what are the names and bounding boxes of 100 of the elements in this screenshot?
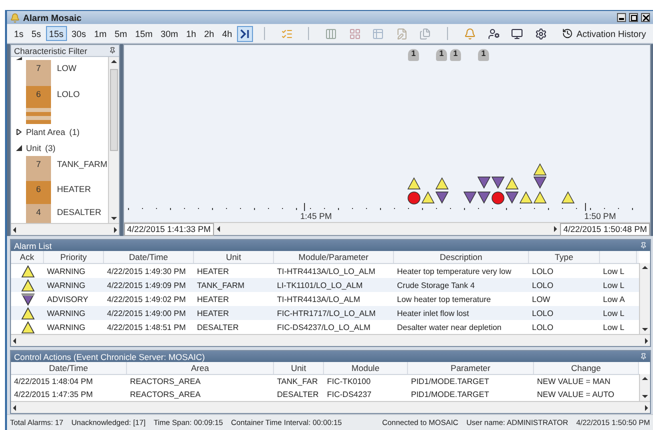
expander-icon [16, 145, 22, 151]
horizontal-scrollbar[interactable] [11, 334, 650, 346]
table-cell-text: TANK_FAR [276, 377, 319, 386]
time-span-button[interactable]: 4h [219, 26, 236, 41]
filter-label: LOW [56, 62, 76, 73]
activation-history-button[interactable]: Activation History [559, 28, 649, 39]
count-bar[interactable]: 6 [26, 86, 51, 108]
table-cell-text: 4/22/2015 1:48:51 PM [106, 322, 187, 332]
minimize-icon [619, 15, 624, 20]
vertical-scrollbar[interactable] [108, 57, 119, 223]
minimize-button[interactable] [617, 13, 626, 22]
table-cell-text: Crude Storage Tank 4 [396, 280, 476, 290]
time-span-button[interactable]: 2h [201, 26, 218, 41]
filter-label: LOLO [56, 88, 80, 99]
count-bar[interactable]: 7 [26, 60, 51, 86]
column-header[interactable]: Unit [194, 251, 274, 263]
table-cell-text: FIC-HTR1717/LO_LO_ALM [276, 308, 377, 318]
time-span-button[interactable]: 1m [91, 26, 110, 41]
column-header[interactable]: Date/Time [104, 251, 194, 263]
event-count-badge[interactable]: 1 [478, 49, 489, 61]
table-cell-text: Low A [602, 294, 626, 304]
column-header[interactable]: Area [127, 362, 274, 374]
bell-icon [10, 12, 20, 22]
maximize-button[interactable] [629, 13, 638, 22]
vertical-scrollbar[interactable] [639, 374, 650, 401]
pin-icon[interactable] [109, 47, 116, 54]
time-span-button[interactable]: 15s [46, 26, 67, 41]
column-header[interactable]: Change [534, 362, 639, 374]
count-bar[interactable]: 6 [26, 181, 51, 204]
column-header[interactable]: Parameter [408, 362, 534, 374]
time-span-button[interactable]: 1h [183, 26, 200, 41]
count-bar[interactable]: 7 [26, 156, 51, 181]
panel-title: Control Actions (Event Chronicle Server: MOSAIC) [14, 352, 205, 362]
panel-title: Characteristic Filter [14, 46, 88, 56]
time-span-button[interactable]: 15m [132, 26, 156, 41]
table-cell-text: 4/22/2015 1:49:00 PM [106, 308, 187, 318]
column-header[interactable]: Ack [11, 251, 44, 263]
table-cell-text: LOLO [531, 280, 554, 290]
time-span-button[interactable]: 30m [158, 26, 182, 41]
alarm-row[interactable]: WARNING 4/22/2015 1:49:09 PM TANK_FARM LI-TK1101/LO_LO_ALM Crude Storage Tank 4 LOLO Low L [11, 278, 639, 292]
filter-label: DESALTER [56, 206, 102, 217]
maximize-icon [630, 14, 636, 20]
vertical-scrollbar[interactable] [639, 263, 650, 334]
time-span-button[interactable]: 5s [28, 26, 44, 41]
column-header[interactable]: Date/Time [11, 362, 127, 374]
table-cell-text: 4/22/2015 1:49:09 PM [106, 280, 187, 290]
table-cell-text: Low L [602, 266, 626, 276]
table-cell-text: FIC-DS4237 [326, 390, 372, 399]
time-axis-label: 1:45 PM [300, 211, 332, 221]
filter-label: TANK_FARM [56, 158, 108, 169]
horizontal-scrollbar[interactable] [11, 401, 650, 413]
table-cell-text: LOLO [531, 308, 554, 318]
tree-group[interactable]: Unit (3) [16, 140, 108, 156]
table-cell-text: 4/22/2015 1:49:30 PM [106, 266, 187, 276]
time-span-button[interactable]: 5m [112, 26, 130, 41]
table-cell-text: 4/22/2015 1:49:02 PM [106, 294, 187, 304]
filter-label: HEATER [56, 183, 91, 194]
column-header[interactable]: Priority [44, 251, 104, 263]
alarm-row[interactable]: WARNING 4/22/2015 1:49:00 PM HEATER FIC-HTR1717/LO_LO_ALM Heater inlet flow lost LOLO Low L [11, 306, 639, 320]
table-cell-text: Heater top temperature very low [396, 266, 512, 276]
tree-group[interactable]: Plant Area (1) [16, 124, 108, 140]
table-cell-text: Desalter water near depletion [396, 322, 503, 332]
table-cell-text: LOW [531, 294, 552, 304]
history-icon [562, 28, 574, 39]
count-bar[interactable]: 4 [26, 204, 51, 223]
time-span-button[interactable]: 30s [68, 26, 90, 41]
table-cell-text: LOLO [531, 266, 554, 276]
event-count-badge[interactable]: 1 [450, 49, 461, 61]
column-header[interactable]: Description [394, 251, 529, 263]
event-count-badge[interactable]: 1 [408, 49, 419, 61]
time-span-button[interactable]: 1s [11, 26, 27, 41]
table-cell-text: LOLO [531, 322, 554, 332]
close-button[interactable] [641, 13, 650, 22]
end-time-field[interactable]: 4/22/2015 1:50:48 PM [560, 222, 650, 236]
column-header[interactable]: Module [324, 362, 408, 374]
table-cell-text: Low heater top temerature [396, 294, 492, 304]
column-header[interactable]: Unit [274, 362, 324, 374]
warning-triangle-icon [20, 320, 34, 334]
start-time-field[interactable]: 4/22/2015 1:41:33 PM [124, 222, 214, 236]
horizontal-scrollbar[interactable] [11, 223, 119, 235]
window-title: Alarm Mosaic [23, 12, 83, 22]
table-cell-text: REACTORS_AREA [129, 390, 202, 399]
table-cell-text: HEATER [196, 308, 230, 318]
jump-to-end-button[interactable] [237, 26, 253, 42]
table-cell-text: DESALTER [196, 322, 240, 332]
table-cell-text: 4/22/2015 1:48:04 PM [13, 377, 94, 386]
table-cell-text: TI-HTR4413A/LO_ALM [276, 294, 362, 304]
table-cell-text: NEW VALUE = AUTO [536, 390, 616, 399]
table-cell-text: WARNING [46, 322, 86, 332]
table-cell-text: DESALTER [276, 390, 320, 399]
table-cell-text: ADVISORY [46, 294, 90, 304]
table-cell-text: WARNING [46, 308, 86, 318]
panel-title: Alarm List [14, 240, 52, 250]
down-triangle-icon [20, 292, 34, 306]
table-cell-text: TI-HTR4413A/LO_LO_ALM [276, 266, 376, 276]
table-cell-text: LI-TK1101/LO_LO_ALM [276, 280, 364, 290]
column-header[interactable]: Module/Parameter [274, 251, 394, 263]
table-cell-text: PID1/MODE.TARGET [410, 377, 490, 386]
event-count-badge[interactable]: 1 [436, 49, 447, 61]
column-header[interactable]: Type [529, 251, 600, 263]
